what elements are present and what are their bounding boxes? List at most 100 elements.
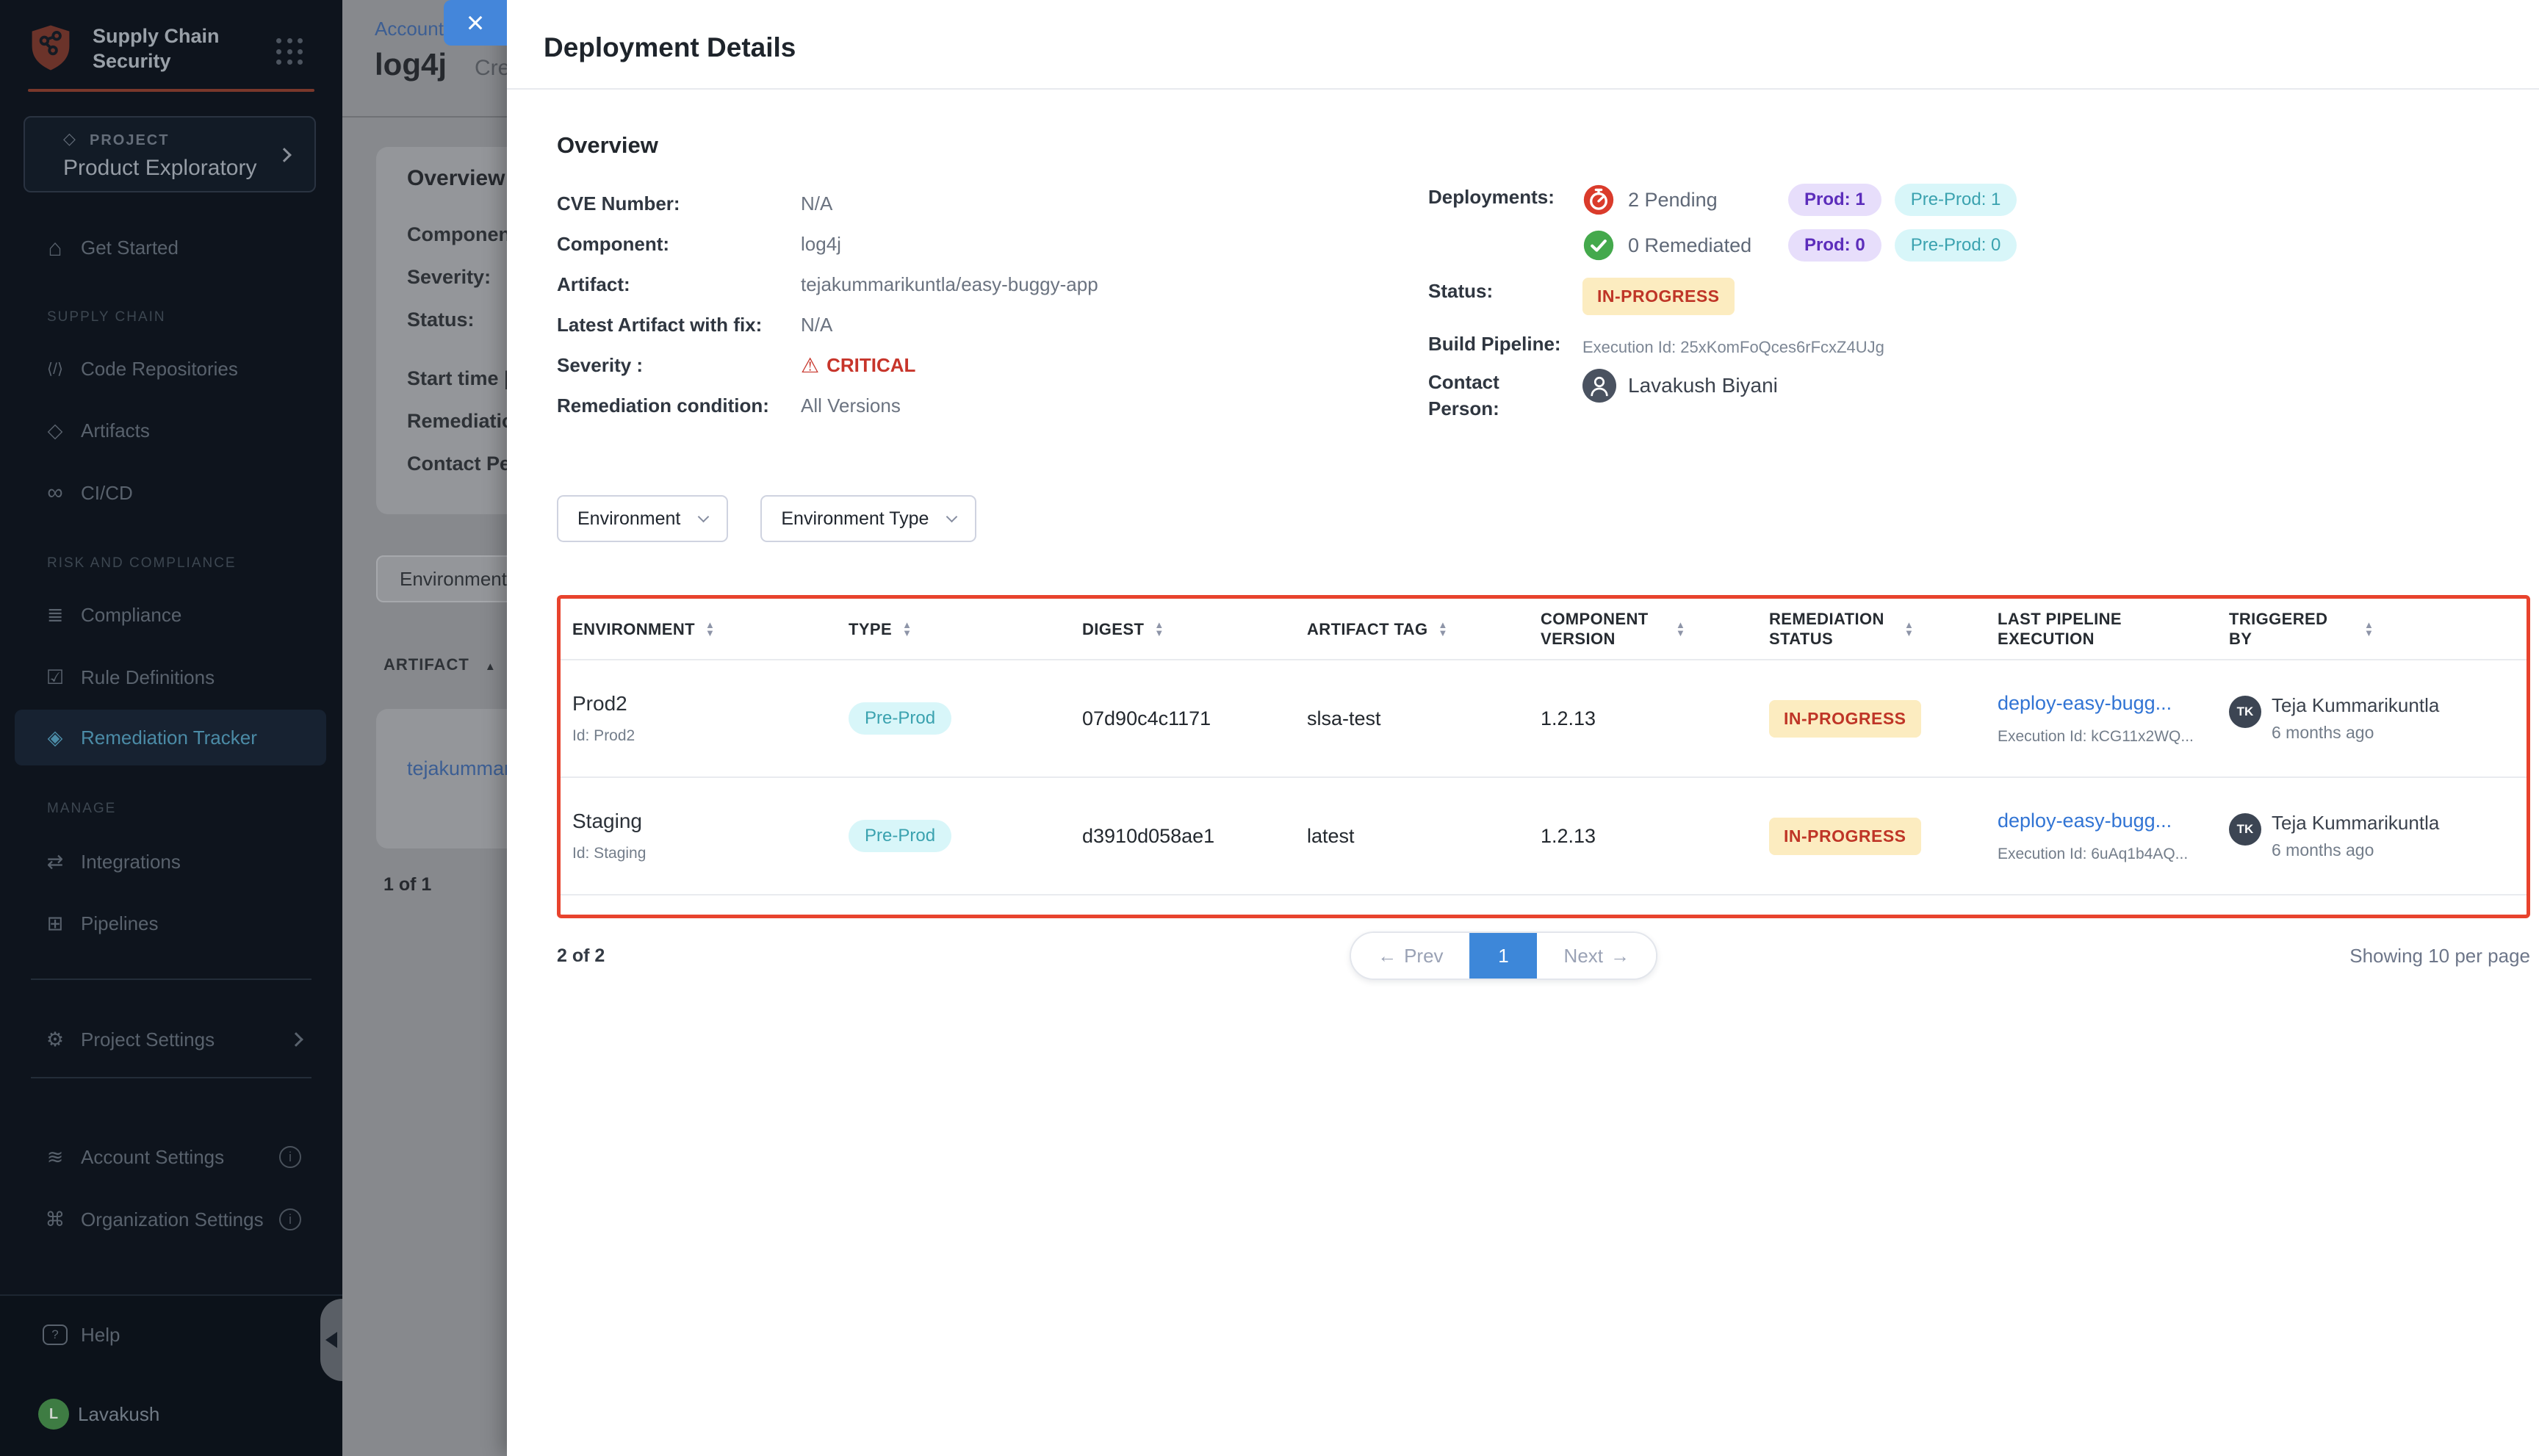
column-header-digest[interactable]: DIGEST ▲▼ (1070, 619, 1295, 639)
sidebar-divider (31, 979, 311, 980)
prev-page-button[interactable]: ← Prev (1351, 933, 1469, 979)
arrow-right-icon: → (1610, 945, 1629, 967)
pipeline-link[interactable]: deploy-easy-bugg... (1998, 692, 2217, 715)
sidebar-item-cicd[interactable]: ∞ CI/CD (0, 472, 342, 513)
sidebar-item-pipelines[interactable]: ⊞ Pipelines (0, 903, 342, 944)
sort-icon[interactable]: ▲▼ (1904, 621, 1914, 637)
cell-component-version: 1.2.13 (1529, 707, 1757, 730)
deployment-details-drawer: × Deployment Details Overview CVE Number… (507, 0, 2539, 1456)
cube-icon: ◇ (63, 129, 76, 148)
avatar: L (38, 1399, 69, 1430)
environment-filter-dropdown[interactable]: Environment (557, 495, 728, 542)
sidebar-item-code-repositories[interactable]: ⟨/⟩ Code Repositories (0, 348, 342, 389)
home-icon: ⌂ (38, 234, 72, 262)
app-stage: Supply Chain Security ◇ PROJECT Product … (0, 0, 2539, 1456)
column-header-triggered-by[interactable]: TRIGGERED BY ▲▼ (2217, 609, 2527, 649)
cell-component-version: 1.2.13 (1529, 825, 1757, 848)
overview-section: CVE Number: N/A Component: log4j Artifac… (557, 184, 2530, 457)
preprod-count-badge: Pre-Prod: 1 (1895, 184, 2017, 216)
warning-icon: ⚠ (801, 353, 819, 378)
sort-icon[interactable]: ▲▼ (1438, 621, 1447, 637)
overview-left-column: CVE Number: N/A Component: log4j Artifac… (557, 184, 1098, 426)
sidebar-item-account-settings[interactable]: ≋ Account Settings i (0, 1136, 342, 1178)
prod-count-badge: Prod: 0 (1788, 229, 1881, 262)
sidebar-collapse-handle[interactable] (320, 1299, 342, 1381)
bg-page-subtitle: Creat (475, 56, 507, 81)
pagination-bar: 2 of 2 ← Prev 1 Next → Showing 10 per pa… (557, 930, 2530, 981)
drawer-title-divider (507, 88, 2539, 90)
sort-icon[interactable]: ▲▼ (705, 621, 715, 637)
environment-type-filter-dropdown[interactable]: Environment Type (760, 495, 976, 542)
bg-page-title: log4j (375, 47, 447, 82)
bg-header-divider (342, 116, 507, 118)
column-header-last-pipeline-execution: LAST PIPELINE EXECUTION (1986, 609, 2217, 649)
project-selector[interactable]: ◇ PROJECT Product Exploratory (24, 116, 316, 192)
sidebar-section-manage: MANAGE (47, 801, 116, 817)
bg-environment-filter[interactable]: Environment Ty (376, 555, 507, 602)
overview-heading: Overview (557, 132, 2530, 159)
cell-environment: Prod2 Id: Prod2 (561, 692, 837, 745)
package-icon: ◇ (38, 419, 72, 442)
sidebar-item-project-settings[interactable]: ⚙ Project Settings (0, 1019, 342, 1060)
cell-digest: 07d90c4c1171 (1070, 707, 1295, 730)
column-header-artifact-tag[interactable]: ARTIFACT TAG ▲▼ (1295, 619, 1529, 639)
sort-icon[interactable]: ▲▼ (1676, 621, 1685, 637)
pending-timer-icon (1582, 184, 1615, 216)
arrow-left-icon: ← (1377, 945, 1397, 967)
next-page-button[interactable]: Next → (1538, 933, 1656, 979)
bg-overview-card: Overview Component: Severity: Status: St… (376, 147, 507, 514)
cell-last-pipeline-execution: deploy-easy-bugg... Execution Id: 6uAq1b… (1986, 810, 2217, 863)
preprod-count-badge: Pre-Prod: 0 (1895, 229, 2017, 262)
cell-digest: d3910d058ae1 (1070, 825, 1295, 848)
sidebar-item-artifacts[interactable]: ◇ Artifacts (0, 410, 342, 451)
close-button[interactable]: × (444, 0, 507, 46)
sidebar-item-remediation-tracker[interactable]: ◈ Remediation Tracker (0, 717, 342, 758)
bg-overview-heading: Overview (407, 166, 505, 191)
table-row[interactable]: Prod2 Id: Prod2 Pre-Prod 07d90c4c1171 sl… (561, 660, 2527, 778)
field-artifact: Artifact: tejakummarikuntla/easy-buggy-a… (557, 264, 1098, 305)
bg-artifact-link[interactable]: tejakummar (407, 757, 507, 780)
column-header-component-version[interactable]: COMPONENT VERSION ▲▼ (1529, 609, 1757, 649)
bg-artifact-column-header[interactable]: ARTIFACT ▲ (383, 655, 497, 674)
field-severity: Severity : ⚠ CRITICAL (557, 345, 1098, 386)
chevron-right-icon (277, 148, 292, 162)
table-row[interactable]: Staging Id: Staging Pre-Prod d3910d058ae… (561, 778, 2527, 895)
cell-artifact-tag: latest (1295, 825, 1529, 848)
background-page: Account: Autom log4j Creat Overview Comp… (342, 0, 507, 1456)
remediated-check-icon (1582, 229, 1615, 262)
cell-type: Pre-Prod (837, 702, 1070, 735)
bg-page-count: 1 of 1 (383, 874, 431, 895)
sort-icon[interactable]: ▲▼ (2364, 621, 2374, 637)
sort-asc-icon: ▲ (485, 660, 497, 673)
pipeline-link[interactable]: deploy-easy-bugg... (1998, 810, 2217, 832)
integrations-icon: ⇄ (38, 851, 72, 873)
column-header-environment[interactable]: ENVIRONMENT ▲▼ (561, 619, 837, 639)
sidebar-item-help[interactable]: ? Help (0, 1314, 342, 1355)
prod-count-badge: Prod: 1 (1788, 184, 1881, 216)
code-repo-icon: ⟨/⟩ (38, 360, 72, 378)
sidebar-item-organization-settings[interactable]: ⌘ Organization Settings i (0, 1199, 342, 1240)
sidebar-user[interactable]: L Lavakush (0, 1394, 342, 1435)
sidebar-brand-divider (28, 89, 314, 92)
severity-critical-value: ⚠ CRITICAL (801, 353, 915, 378)
sidebar-item-get-started[interactable]: ⌂ Get Started (0, 227, 342, 268)
column-header-remediation-status[interactable]: REMEDIATION STATUS ▲▼ (1757, 609, 1986, 649)
sort-icon[interactable]: ▲▼ (1154, 621, 1164, 637)
clipboard-check-icon: ☑ (38, 666, 72, 689)
doc-search-icon: ≣ (38, 604, 72, 627)
sort-icon[interactable]: ▲▼ (902, 621, 912, 637)
sidebar-section-risk-compliance: RISK AND COMPLIANCE (47, 555, 237, 572)
info-icon: i (279, 1208, 301, 1230)
column-header-type[interactable]: TYPE ▲▼ (837, 619, 1070, 639)
deployments-table-highlighted: ENVIRONMENT ▲▼ TYPE ▲▼ DIGEST ▲▼ ARTIFAC… (557, 595, 2530, 918)
cell-last-pipeline-execution: deploy-easy-bugg... Execution Id: kCG11x… (1986, 692, 2217, 746)
cell-remediation-status: IN-PROGRESS (1757, 700, 1986, 738)
sidebar-item-integrations[interactable]: ⇄ Integrations (0, 841, 342, 882)
page-1-button[interactable]: 1 (1470, 933, 1538, 979)
sidebar-item-compliance[interactable]: ≣ Compliance (0, 594, 342, 635)
sidebar-item-rule-definitions[interactable]: ☑ Rule Definitions (0, 657, 342, 698)
module-grid-icon[interactable] (276, 38, 304, 66)
app-logo: Supply Chain Security (28, 24, 220, 76)
chevron-right-icon (289, 1032, 303, 1047)
person-avatar-icon (1582, 369, 1616, 403)
